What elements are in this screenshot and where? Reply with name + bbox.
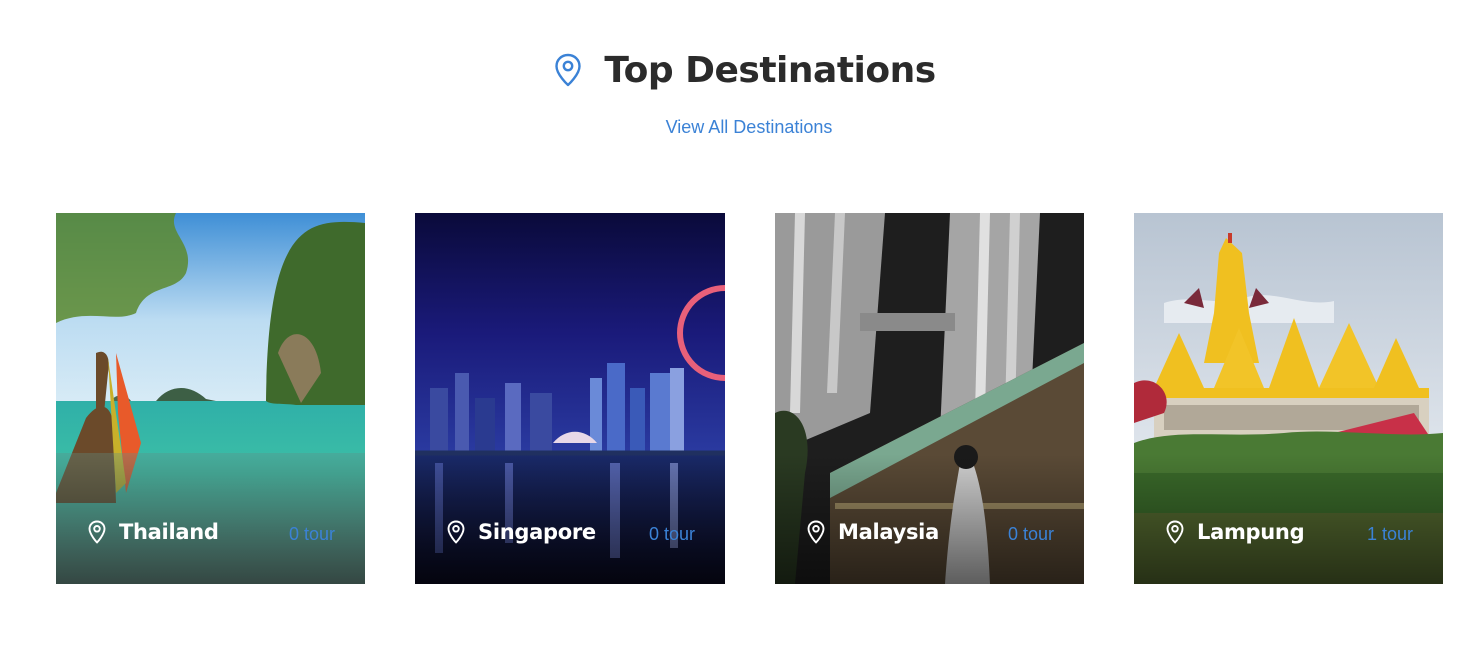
destination-cards: Thailand 0 tour Singapore 0 tour Malaysi… (56, 213, 1443, 584)
map-pin-icon (88, 520, 106, 544)
card-footer: Singapore 0 tour (447, 517, 695, 547)
tour-count: 0 tour (1007, 523, 1054, 544)
card-name-group: Singapore (447, 520, 596, 544)
destination-name: Malaysia (838, 520, 939, 544)
card-footer: Malaysia 0 tour (807, 517, 1054, 547)
destination-name: Lampung (1197, 520, 1305, 544)
card-footer: Lampung 1 tour (1166, 517, 1413, 547)
header-title-group: Top Destinations (554, 49, 936, 91)
tour-count: 0 tour (288, 523, 335, 544)
map-pin-icon (1166, 520, 1184, 544)
card-name-group: Lampung (1166, 520, 1305, 544)
page-title: Top Destinations (604, 49, 936, 91)
destination-name: Thailand (119, 520, 219, 544)
map-pin-icon (555, 53, 582, 87)
card-name-group: Malaysia (807, 520, 939, 544)
tour-count: 1 tour (1366, 523, 1413, 544)
section-header: Top Destinations (0, 40, 1470, 100)
destination-card-singapore[interactable]: Singapore 0 tour (415, 213, 725, 584)
page: Top Destinations View All Destinations T… (0, 0, 1470, 652)
tour-count: 0 tour (648, 523, 695, 544)
destination-card-malaysia[interactable]: Malaysia 0 tour (775, 213, 1084, 584)
destination-name: Singapore (478, 520, 596, 544)
map-pin-icon (807, 520, 825, 544)
view-all-destinations-link[interactable]: View All Destinations (0, 117, 1470, 138)
destination-card-thailand[interactable]: Thailand 0 tour (56, 213, 365, 584)
destination-card-lampung[interactable]: Lampung 1 tour (1134, 213, 1443, 584)
card-name-group: Thailand (88, 520, 219, 544)
card-footer: Thailand 0 tour (88, 517, 335, 547)
map-pin-icon (447, 520, 465, 544)
